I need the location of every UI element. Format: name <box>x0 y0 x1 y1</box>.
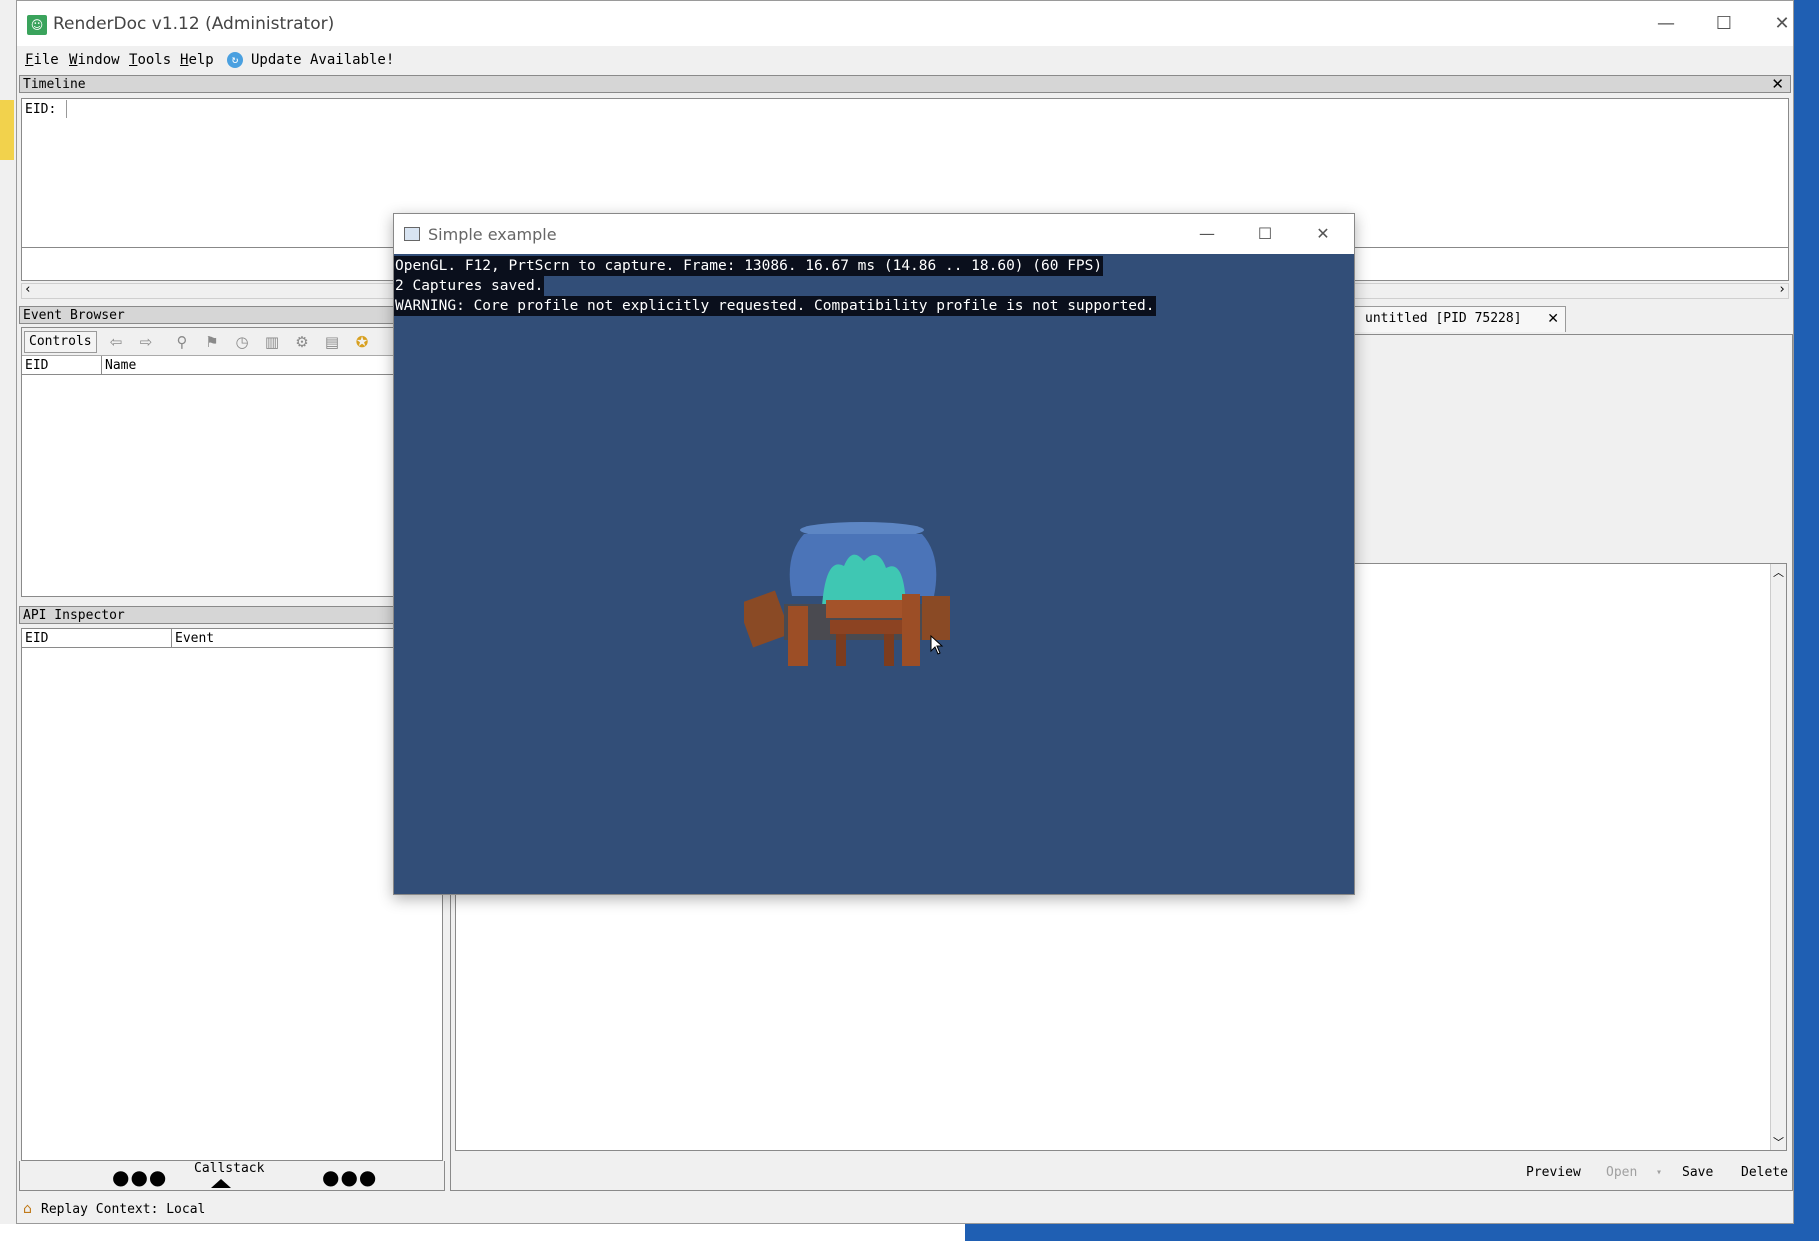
callstack-label[interactable]: Callstack <box>194 1161 264 1176</box>
rendered-3d-model <box>744 522 950 666</box>
maximize-button[interactable]: ☐ <box>1236 214 1294 254</box>
save-disk-icon[interactable]: ▤ <box>322 333 342 351</box>
highlight-star-icon[interactable]: ✪ <box>352 333 372 351</box>
simple-example-window: Simple example — ☐ ✕ OpenGL. F12, PrtScr… <box>393 213 1355 895</box>
column-header-eid[interactable]: EID <box>22 629 172 648</box>
save-button[interactable]: Save <box>1682 1165 1713 1180</box>
status-bar: ⌂ Replay Context: Local <box>17 1197 1793 1223</box>
eid-input[interactable] <box>66 100 1786 118</box>
minimize-button[interactable]: — <box>1637 1 1695 46</box>
menu-update-available[interactable]: Update Available! <box>251 52 394 68</box>
splitter-dots-right[interactable]: ●●● <box>322 1165 377 1189</box>
timeline-title-text: Timeline <box>23 77 86 92</box>
splitter-dots-left[interactable]: ●●● <box>112 1165 167 1189</box>
scroll-down-icon[interactable]: ﹀ <box>1773 1134 1784 1150</box>
simple-example-title: Simple example <box>428 225 557 244</box>
mouse-cursor-icon <box>930 635 944 655</box>
tab-close-icon[interactable]: ✕ <box>1547 307 1559 331</box>
eid-label: EID: <box>25 102 57 117</box>
menu-bar: File Window Tools Help ↻ Update Availabl… <box>17 47 1793 73</box>
delete-button[interactable]: Delete <box>1741 1165 1788 1180</box>
open-button[interactable]: Open <box>1606 1165 1637 1180</box>
close-button[interactable]: ✕ <box>1294 214 1352 254</box>
menu-help[interactable]: Help <box>180 52 214 68</box>
renderdoc-app-icon: ☺ <box>27 15 47 35</box>
overlay-line-warning: WARNING: Core profile not explicitly req… <box>394 296 1156 316</box>
column-header-eid[interactable]: EID <box>22 356 102 375</box>
preview-button[interactable]: Preview <box>1526 1165 1581 1180</box>
desktop-taskbar-strip <box>0 1224 965 1241</box>
event-browser-panel: Controls ⇦ ⇨ ⚲ ⚑ ◷ ▥ ⚙ ▤ ✪ EID Name <box>21 327 417 597</box>
find-binoculars-icon[interactable]: ⚲ <box>172 333 192 351</box>
column-header-name[interactable]: Name <box>102 356 416 375</box>
model-bench-top <box>826 600 906 618</box>
model-post-left <box>788 606 808 666</box>
model-leg-right <box>884 634 894 666</box>
replay-context-status[interactable]: Replay Context: Local <box>41 1202 205 1217</box>
overlay-line-captures: 2 Captures saved. <box>394 276 545 296</box>
tab-capture-label: untitled [PID 75228] <box>1365 311 1522 326</box>
model-crate-right <box>922 596 950 640</box>
timing-clock-icon[interactable]: ◷ <box>232 333 252 351</box>
callstack-bar: ●●● Callstack ●●● <box>19 1161 445 1191</box>
scroll-up-icon[interactable]: ︿ <box>1773 564 1784 580</box>
bookmark-flag-icon[interactable]: ⚑ <box>202 333 222 351</box>
minimize-button[interactable]: — <box>1178 214 1236 254</box>
api-inspector-panel-title: API Inspector <box>19 606 445 624</box>
event-browser-panel-title: Event Browser <box>19 306 419 324</box>
home-icon: ⌂ <box>23 1201 32 1217</box>
api-inspector-panel: EID Event <box>21 628 443 1161</box>
desktop-folder-strip <box>0 100 14 160</box>
render-viewport[interactable]: OpenGL. F12, PrtScrn to capture. Frame: … <box>394 254 1354 894</box>
scroll-left-icon[interactable]: ‹ <box>24 282 32 297</box>
controls-button[interactable]: Controls <box>24 331 97 353</box>
tab-capture-untitled[interactable]: untitled [PID 75228] ✕ <box>1348 306 1566 332</box>
menu-tools[interactable]: Tools <box>129 52 171 68</box>
event-browser-title-text: Event Browser <box>23 308 125 323</box>
settings-gear-icon[interactable]: ⚙ <box>292 333 312 351</box>
event-browser-toolbar: Controls ⇦ ⇨ ⚲ ⚑ ◷ ▥ ⚙ ▤ ✪ <box>22 328 416 356</box>
capture-list-vertical-scrollbar[interactable]: ︿ ﹀ <box>1770 564 1786 1150</box>
overlay-line-frame-info: OpenGL. F12, PrtScrn to capture. Frame: … <box>394 256 1104 276</box>
api-inspector-title-text: API Inspector <box>23 608 125 623</box>
update-refresh-icon[interactable]: ↻ <box>227 52 243 68</box>
column-chart-icon[interactable]: ▥ <box>262 333 282 351</box>
capture-actions-bar: Preview Open ▾ Save Delete <box>451 1157 1792 1191</box>
close-button[interactable]: ✕ <box>1753 1 1811 46</box>
model-leg-left <box>836 634 846 666</box>
timeline-panel-title: Timeline ✕ <box>19 75 1791 93</box>
model-bench-front <box>830 620 902 634</box>
window-app-icon <box>404 227 420 241</box>
model-post-right <box>902 594 920 666</box>
maximize-button[interactable]: ☐ <box>1695 1 1753 46</box>
back-arrow-icon[interactable]: ⇦ <box>106 333 126 351</box>
menu-window[interactable]: Window <box>69 52 120 68</box>
title-bar[interactable]: ☺ RenderDoc v1.12 (Administrator) — ☐ ✕ <box>17 1 1793 46</box>
open-dropdown-arrow-icon[interactable]: ▾ <box>1656 1167 1662 1178</box>
model-crate-left <box>744 590 791 648</box>
expand-up-arrow-icon[interactable] <box>211 1179 231 1188</box>
window-title: RenderDoc v1.12 (Administrator) <box>53 14 335 34</box>
scroll-right-icon[interactable]: › <box>1778 282 1786 297</box>
simple-example-title-bar[interactable]: Simple example — ☐ ✕ <box>394 214 1354 254</box>
menu-file[interactable]: File <box>25 52 59 68</box>
forward-arrow-icon[interactable]: ⇨ <box>136 333 156 351</box>
timeline-close-icon[interactable]: ✕ <box>1771 76 1784 93</box>
